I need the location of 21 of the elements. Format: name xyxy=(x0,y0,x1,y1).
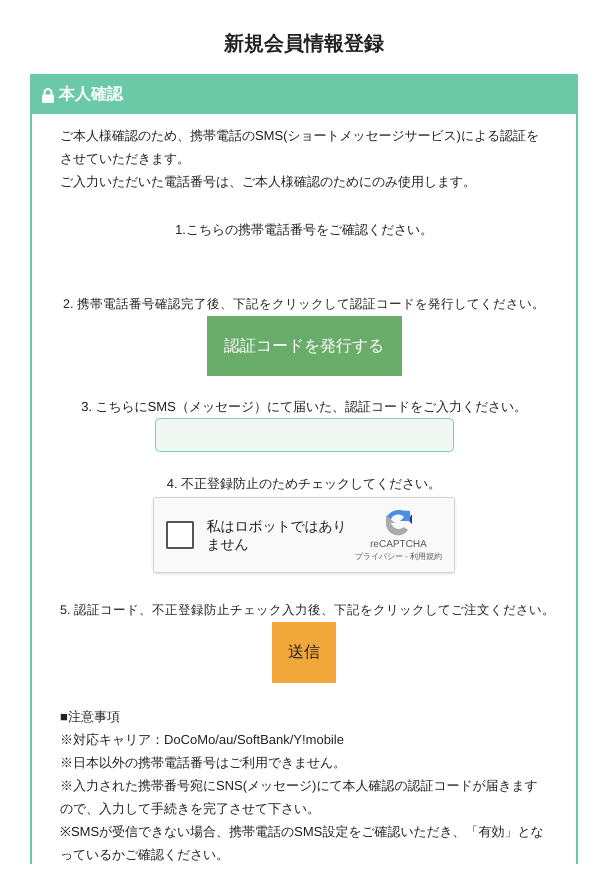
intro-text: ご本人様確認のため、携帯電話のSMS(ショートメッセージサービス)による認証をさせていただきます。 xyxy=(60,127,540,168)
captcha-checkbox[interactable] xyxy=(166,521,194,549)
page-title: 新規会員情報登録 xyxy=(222,32,385,57)
lock-icon xyxy=(41,88,55,102)
submit-button[interactable]: 送信 xyxy=(272,622,336,683)
step-text: 4. 不正登録防止のためチェックしてください。 xyxy=(166,475,442,493)
intro-text: ご入力いただいた電話番号は、ご本人様確認のためにのみ使用します。 xyxy=(60,173,477,191)
panel-title: 本人確認 xyxy=(59,84,123,105)
note-text: ※対応キャリア：DoCoMo/au/SoftBank/Y!mobile xyxy=(60,731,345,749)
step-text: 1.こちらの携帯電話番号をご確認ください。 xyxy=(174,221,434,239)
note-text: ※入力された携帯番号宛にSNS(メッセージ)にて本人確認の認証コードが届きますので、入力して手続きを完了させて下さい。 xyxy=(60,777,538,818)
captcha-label: 私はロボットではありません xyxy=(206,517,348,553)
step-text: 2. 携帯電話番号確認完了後、下記をクリックして認証コードを発行してください。 xyxy=(62,296,546,313)
captcha-links[interactable]: プライバシー - 利用規約 xyxy=(354,551,442,563)
code-input-field[interactable] xyxy=(154,418,454,452)
captcha-brand: reCAPTCHA xyxy=(370,539,427,551)
step-text: 3. こちらにSMS（メッセージ）にて届いた、認証コードをご入力ください。 xyxy=(80,398,528,416)
step-text: 5. 認証コード、不正登録防止チェック入力後、下記をクリックしてご注文ください。 xyxy=(60,602,548,619)
note-text: ※SMSが受信できない場合、携帯電話のSMS設定をご確認いただき、「有効」となっているかご確認ください。 xyxy=(60,823,544,864)
notes-title: ■注意事項 xyxy=(60,708,121,726)
note-text: ※日本以外の携帯電話番号はご利用できません。 xyxy=(60,754,347,772)
